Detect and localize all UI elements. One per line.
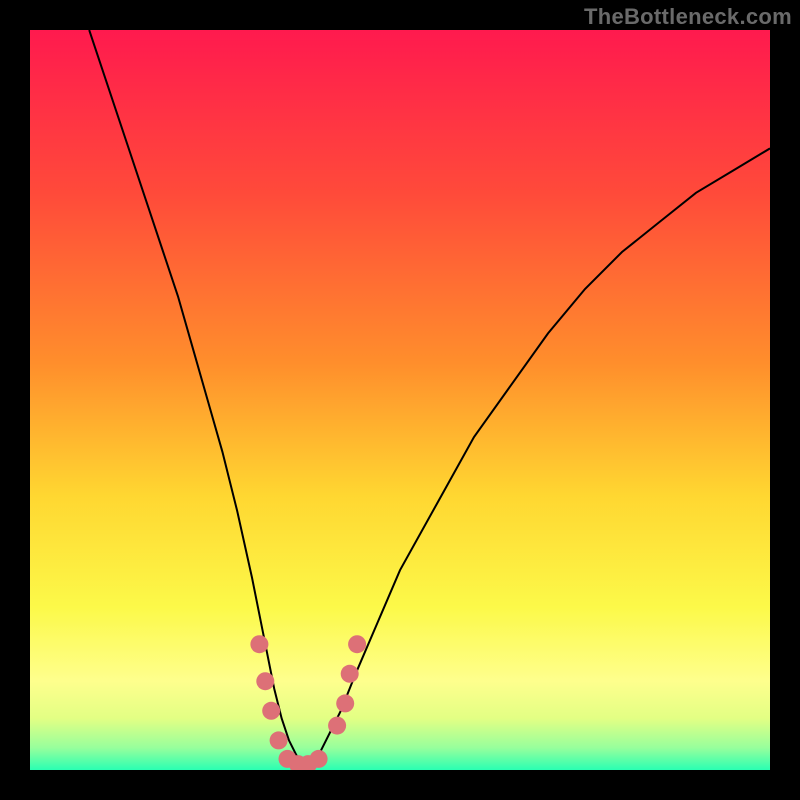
highlight-marker (310, 750, 328, 768)
highlight-marker (262, 702, 280, 720)
highlight-marker (270, 731, 288, 749)
gradient-background (30, 30, 770, 770)
highlight-marker (341, 665, 359, 683)
watermark-text: TheBottleneck.com (584, 4, 792, 30)
highlight-marker (328, 717, 346, 735)
highlight-marker (250, 635, 268, 653)
plot-svg (30, 30, 770, 770)
highlight-marker (336, 694, 354, 712)
plot-area (30, 30, 770, 770)
highlight-marker (256, 672, 274, 690)
highlight-marker (348, 635, 366, 653)
chart-stage: TheBottleneck.com (0, 0, 800, 800)
